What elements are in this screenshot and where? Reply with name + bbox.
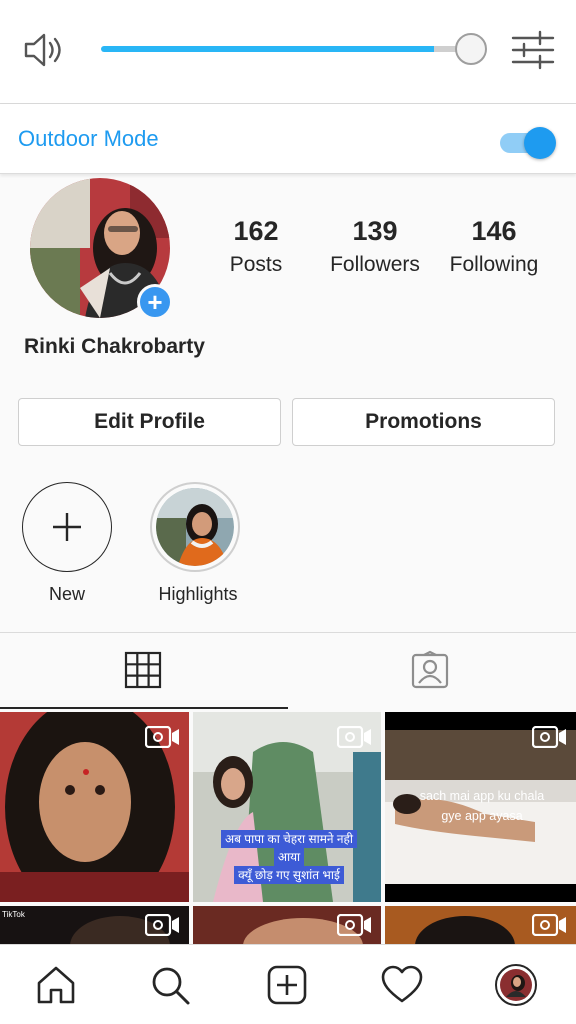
post-caption: अब पापा का चेहरा सामने नही आया क्यूँ छोड…	[215, 830, 363, 884]
home-icon[interactable]	[34, 963, 78, 1007]
highlight-item[interactable]	[150, 482, 240, 572]
video-icon	[145, 914, 179, 936]
promotions-button[interactable]: Promotions	[292, 398, 555, 446]
add-post-icon[interactable]	[265, 963, 309, 1007]
following-count: 146	[471, 216, 517, 246]
caption-line: sach mai app ku chala	[419, 789, 545, 803]
search-icon[interactable]	[148, 963, 192, 1007]
video-icon	[532, 726, 566, 748]
video-icon	[337, 914, 371, 936]
outdoor-mode-toggle[interactable]	[500, 127, 556, 159]
caption-line: क्यूँ छोड़ गए सुशांत भाई	[234, 866, 344, 884]
following-label: Following	[449, 253, 539, 276]
volume-slider-thumb[interactable]	[455, 33, 487, 65]
post-tile-3[interactable]: sach mai app ku chala gye app ayasa	[385, 712, 576, 902]
post-tile-5[interactable]	[193, 906, 381, 944]
toggle-knob	[524, 127, 556, 159]
video-icon	[337, 726, 371, 748]
add-story-button[interactable]: +	[137, 284, 173, 320]
profile-avatar[interactable]	[494, 963, 538, 1007]
heart-icon[interactable]	[380, 963, 424, 1007]
active-tab-indicator	[0, 707, 288, 709]
post-caption: TikTok	[2, 910, 25, 919]
post-tile-6[interactable]	[385, 906, 576, 944]
post-caption: sach mai app ku chala gye app ayasa	[397, 786, 567, 826]
speaker-icon[interactable]	[22, 28, 66, 72]
profile-name: Rinki Chakrobarty	[24, 335, 205, 358]
post-tile-1[interactable]	[0, 712, 189, 902]
followers-label: Followers	[330, 253, 420, 276]
caption-line: आया	[273, 848, 305, 866]
stat-posts[interactable]: 162 Posts	[196, 216, 316, 277]
outdoor-mode-label: Outdoor Mode	[18, 126, 159, 151]
bottom-nav	[0, 944, 576, 1024]
highlight-label: Highlights	[158, 584, 238, 604]
posts-label: Posts	[229, 253, 283, 276]
new-highlight-button[interactable]	[22, 482, 112, 572]
volume-panel	[0, 0, 576, 103]
tagged-person-icon[interactable]	[410, 650, 450, 690]
video-icon	[145, 726, 179, 748]
post-tile-4[interactable]: TikTok	[0, 906, 189, 944]
video-icon	[532, 914, 566, 936]
plus-icon	[53, 513, 81, 541]
highlight-label-new: New	[48, 584, 85, 604]
stat-followers[interactable]: 139 Followers	[315, 216, 435, 277]
volume-slider-track[interactable]	[101, 46, 471, 52]
plus-icon: +	[147, 287, 163, 317]
stat-following[interactable]: 146 Following	[434, 216, 554, 277]
tabs-divider	[0, 632, 576, 633]
edit-profile-button[interactable]: Edit Profile	[18, 398, 281, 446]
grid-icon[interactable]	[123, 650, 163, 690]
post-tile-2[interactable]: अब पापा का चेहरा सामने नही आया क्यूँ छोड…	[193, 712, 381, 902]
caption-line: अब पापा का चेहरा सामने नही	[220, 830, 358, 848]
highlight-photo	[156, 488, 234, 566]
followers-count: 139	[352, 216, 398, 246]
posts-count: 162	[233, 216, 279, 246]
outdoor-mode-row: Outdoor Mode	[0, 104, 576, 174]
equalizer-settings-icon[interactable]	[510, 30, 556, 70]
caption-line: gye app ayasa	[441, 809, 523, 823]
